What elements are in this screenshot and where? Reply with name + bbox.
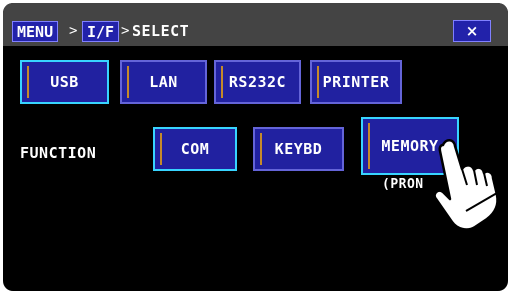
rs232c-label: RS232C <box>228 73 287 91</box>
header-bar: MENU > I/F > SELECT × <box>3 3 508 46</box>
breadcrumb-menu[interactable]: MENU <box>12 21 59 42</box>
printer-button[interactable]: PRINTER <box>310 60 402 104</box>
breadcrumb-if[interactable]: I/F <box>82 21 120 42</box>
close-icon: × <box>465 22 479 40</box>
printer-label: PRINTER <box>322 73 390 91</box>
usb-label: USB <box>50 73 79 91</box>
hand-pointer-icon <box>433 139 499 231</box>
function-label: FUNCTION <box>20 144 97 162</box>
partial-caption: (PRON <box>382 177 424 192</box>
io-select-screen: MENU > I/F > SELECT × USB LAN RS232C PRI… <box>3 3 508 291</box>
close-button[interactable]: × <box>453 20 491 42</box>
keybd-label: KEYBD <box>274 140 323 158</box>
com-label: COM <box>180 140 210 158</box>
usb-button[interactable]: USB <box>20 60 109 104</box>
com-button[interactable]: COM <box>153 127 237 171</box>
breadcrumb-separator: > <box>69 23 78 39</box>
breadcrumb-current: SELECT <box>132 22 190 40</box>
breadcrumb-separator: > <box>121 23 130 39</box>
keybd-button[interactable]: KEYBD <box>253 127 344 171</box>
lan-button[interactable]: LAN <box>120 60 207 104</box>
lan-label: LAN <box>149 73 178 91</box>
rs232c-button[interactable]: RS232C <box>214 60 301 104</box>
